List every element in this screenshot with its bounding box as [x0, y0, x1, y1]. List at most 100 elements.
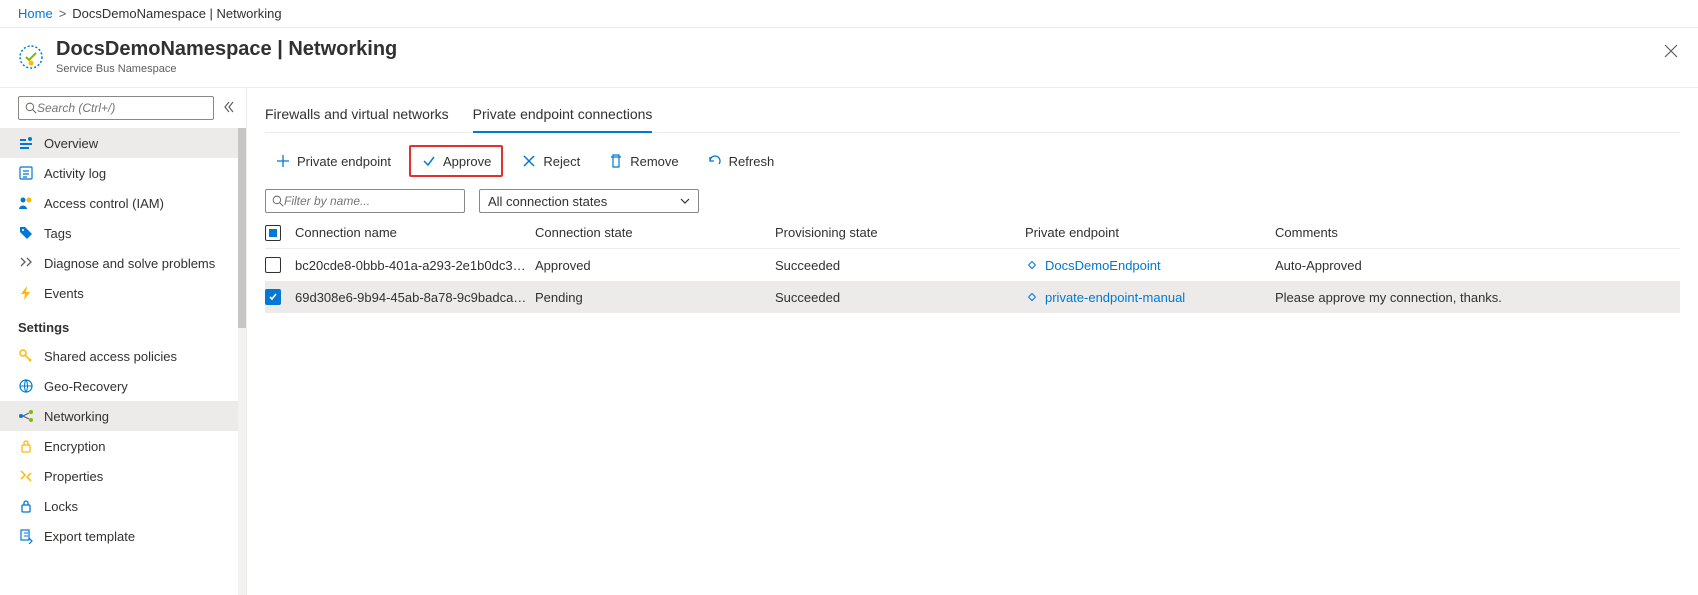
plus-icon	[275, 153, 291, 169]
col-provisioning-state[interactable]: Provisioning state	[775, 225, 1025, 240]
button-label: Approve	[443, 154, 491, 169]
tags-icon	[18, 225, 34, 241]
lock-icon	[18, 438, 34, 454]
col-connection-name[interactable]: Connection name	[295, 225, 535, 240]
sidebar-scrollbar-thumb[interactable]	[238, 128, 246, 328]
activity-log-icon	[18, 165, 34, 181]
menu-label: Export template	[44, 529, 135, 544]
button-label: Private endpoint	[297, 154, 391, 169]
menu-item-activity-log[interactable]: Activity log	[0, 158, 246, 188]
menu-item-export-template[interactable]: Export template	[0, 521, 246, 551]
menu-label: Overview	[44, 136, 98, 151]
filter-by-name[interactable]	[265, 189, 465, 213]
key-icon	[18, 348, 34, 364]
cell-name: 69d308e6-9b94-45ab-8a78-9c9badca1eb9	[295, 290, 535, 305]
cell-comments: Please approve my connection, thanks.	[1275, 290, 1680, 305]
table-row[interactable]: 69d308e6-9b94-45ab-8a78-9c9badca1eb9 Pen…	[265, 281, 1680, 313]
remove-button[interactable]: Remove	[598, 145, 688, 177]
cell-state: Approved	[535, 258, 775, 273]
table-row[interactable]: bc20cde8-0bbb-401a-a293-2e1b0dc33491 App…	[265, 249, 1680, 281]
row-checkbox[interactable]	[265, 289, 281, 305]
close-button[interactable]	[1660, 40, 1682, 65]
endpoint-icon	[1025, 258, 1039, 272]
menu-item-properties[interactable]: Properties	[0, 461, 246, 491]
cell-state: Pending	[535, 290, 775, 305]
main-content: Firewalls and virtual networks Private e…	[247, 88, 1698, 595]
sidebar-collapse-button[interactable]	[220, 98, 238, 119]
tab-firewalls[interactable]: Firewalls and virtual networks	[265, 100, 449, 132]
button-label: Reject	[543, 154, 580, 169]
menu-label: Encryption	[44, 439, 105, 454]
properties-icon	[18, 468, 34, 484]
menu-item-geo-recovery[interactable]: Geo-Recovery	[0, 371, 246, 401]
globe-icon	[18, 378, 34, 394]
button-label: Remove	[630, 154, 678, 169]
row-checkbox[interactable]	[265, 257, 281, 273]
menu-item-overview[interactable]: Overview	[0, 128, 246, 158]
refresh-button[interactable]: Refresh	[697, 145, 785, 177]
search-icon	[25, 102, 37, 114]
col-private-endpoint[interactable]: Private endpoint	[1025, 225, 1275, 240]
menu-item-encryption[interactable]: Encryption	[0, 431, 246, 461]
access-control-icon	[18, 195, 34, 211]
cell-name: bc20cde8-0bbb-401a-a293-2e1b0dc33491	[295, 258, 535, 273]
menu-label: Diagnose and solve problems	[44, 256, 215, 271]
events-icon	[18, 285, 34, 301]
menu-item-networking[interactable]: Networking	[0, 401, 246, 431]
chevron-down-icon	[680, 196, 690, 206]
menu-label: Properties	[44, 469, 103, 484]
cell-comments: Auto-Approved	[1275, 258, 1680, 273]
private-endpoint-button[interactable]: Private endpoint	[265, 145, 401, 177]
toolbar: Private endpoint Approve Reject Remove R…	[265, 133, 1698, 189]
table-header: Connection name Connection state Provisi…	[265, 217, 1680, 249]
approve-icon	[421, 153, 437, 169]
endpoint-link[interactable]: DocsDemoEndpoint	[1025, 258, 1267, 273]
diagnose-icon	[18, 255, 34, 271]
search-icon	[272, 195, 284, 207]
button-label: Refresh	[729, 154, 775, 169]
reject-button[interactable]: Reject	[511, 145, 590, 177]
chevron-double-left-icon	[222, 100, 236, 114]
breadcrumb-current: DocsDemoNamespace | Networking	[72, 6, 281, 21]
sidebar-search[interactable]	[18, 96, 214, 120]
menu-label: Geo-Recovery	[44, 379, 128, 394]
menu-label: Activity log	[44, 166, 106, 181]
chevron-right-icon: >	[59, 6, 67, 21]
col-connection-state[interactable]: Connection state	[535, 225, 775, 240]
filter-state-select[interactable]: All connection states	[479, 189, 699, 213]
sidebar-search-input[interactable]	[37, 101, 207, 115]
service-bus-icon	[18, 44, 44, 70]
breadcrumb-home[interactable]: Home	[18, 6, 53, 21]
select-all-checkbox[interactable]	[265, 225, 281, 241]
menu-label: Locks	[44, 499, 78, 514]
refresh-icon	[707, 153, 723, 169]
page-title: DocsDemoNamespace | Networking	[56, 38, 397, 61]
tab-private-endpoint[interactable]: Private endpoint connections	[473, 100, 653, 132]
menu-label: Networking	[44, 409, 109, 424]
filter-name-input[interactable]	[284, 194, 458, 208]
check-icon	[268, 292, 278, 302]
connections-table: Connection name Connection state Provisi…	[265, 217, 1680, 313]
sidebar-section-settings: Settings	[0, 308, 246, 341]
menu-item-access-control[interactable]: Access control (IAM)	[0, 188, 246, 218]
cell-provisioning: Succeeded	[775, 290, 1025, 305]
menu-label: Events	[44, 286, 84, 301]
page-subtitle: Service Bus Namespace	[56, 63, 397, 75]
breadcrumb: Home > DocsDemoNamespace | Networking	[0, 0, 1698, 28]
menu-item-events[interactable]: Events	[0, 278, 246, 308]
menu-item-tags[interactable]: Tags	[0, 218, 246, 248]
endpoint-label: DocsDemoEndpoint	[1045, 258, 1161, 273]
page-header: DocsDemoNamespace | Networking Service B…	[0, 28, 1698, 88]
tabs: Firewalls and virtual networks Private e…	[265, 100, 1680, 133]
col-comments[interactable]: Comments	[1275, 225, 1680, 240]
endpoint-icon	[1025, 290, 1039, 304]
cell-provisioning: Succeeded	[775, 258, 1025, 273]
export-template-icon	[18, 528, 34, 544]
menu-item-shared-access[interactable]: Shared access policies	[0, 341, 246, 371]
approve-button[interactable]: Approve	[409, 145, 503, 177]
endpoint-link[interactable]: private-endpoint-manual	[1025, 290, 1267, 305]
menu-label: Tags	[44, 226, 71, 241]
overview-icon	[18, 135, 34, 151]
menu-item-diagnose[interactable]: Diagnose and solve problems	[0, 248, 246, 278]
menu-item-locks[interactable]: Locks	[0, 491, 246, 521]
